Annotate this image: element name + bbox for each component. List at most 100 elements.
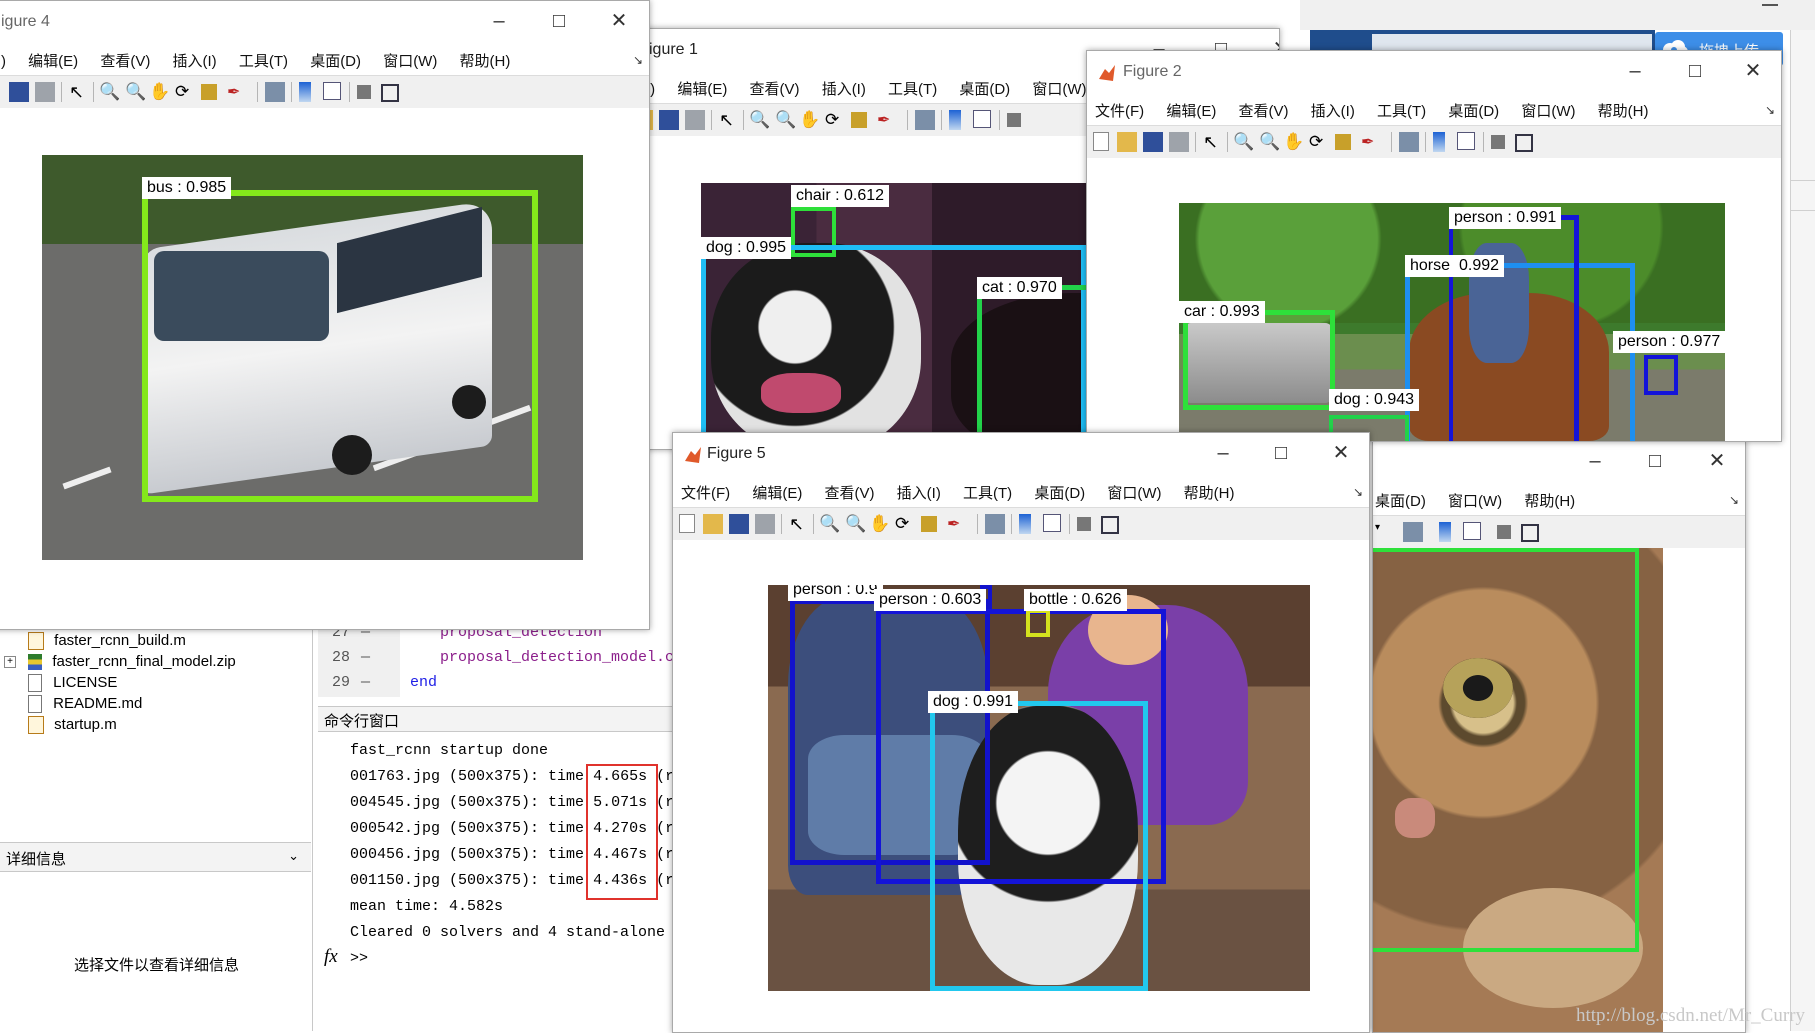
legend-icon[interactable] <box>1043 514 1061 532</box>
brush-icon[interactable]: ✒ <box>1361 132 1381 152</box>
rotate-icon[interactable]: ⟳ <box>1309 132 1329 152</box>
colorbar-icon[interactable] <box>1439 522 1451 542</box>
menu-desktop[interactable]: 桌面(D) <box>1034 482 1085 503</box>
pan-icon[interactable]: ✋ <box>799 110 820 130</box>
rotate-icon[interactable]: ⟳ <box>175 82 195 102</box>
menu-file[interactable]: 文件(F) <box>681 482 730 503</box>
zoom-in-icon[interactable]: 🔍 <box>819 514 840 534</box>
close-icon[interactable]: ✕ <box>1329 441 1353 465</box>
print-preview-icon[interactable] <box>1403 522 1423 542</box>
fx-icon[interactable]: fx <box>324 946 338 968</box>
zoom-in-icon[interactable]: 🔍 <box>99 82 120 102</box>
open-icon[interactable] <box>703 514 723 534</box>
minimize-icon[interactable]: – <box>487 9 511 33</box>
link-plot-icon[interactable] <box>985 514 1005 534</box>
colorbar-icon[interactable] <box>949 110 961 130</box>
menu-window[interactable]: 窗口(W) <box>1521 100 1575 121</box>
close-icon[interactable]: ✕ <box>607 9 631 33</box>
print-icon[interactable] <box>1169 132 1189 152</box>
menu-help[interactable]: 帮助(H) <box>1598 100 1649 121</box>
zoom-in-icon[interactable]: 🔍 <box>1233 132 1254 152</box>
legend-icon[interactable] <box>323 82 341 100</box>
desktop-minimize-icon[interactable] <box>1762 4 1778 6</box>
link-plot-icon[interactable] <box>1399 132 1419 152</box>
link-plot-icon[interactable] <box>265 82 285 102</box>
data-cursor-icon[interactable] <box>921 516 937 532</box>
list-item[interactable]: + faster_rcnn_final_model.zip <box>4 653 236 673</box>
menu-help[interactable]: 帮助(H) <box>1184 482 1235 503</box>
menu-edit[interactable]: 编辑(E) <box>1166 100 1216 121</box>
save-icon[interactable] <box>9 82 29 102</box>
legend-icon[interactable] <box>1463 522 1481 540</box>
menu-insert[interactable]: 插入(I) <box>173 50 217 71</box>
chevron-down-icon[interactable]: ⌄ <box>288 848 299 864</box>
hide-tools-icon[interactable] <box>1077 517 1091 531</box>
data-cursor-icon[interactable] <box>1335 134 1351 150</box>
minimize-icon[interactable]: – <box>1583 449 1607 473</box>
rotate-icon[interactable]: ⟳ <box>825 110 845 130</box>
menu-insert[interactable]: 插入(I) <box>1311 100 1355 121</box>
menu-tools[interactable]: 工具(T) <box>1377 100 1426 121</box>
list-item[interactable]: faster_rcnn_build.m <box>28 632 186 652</box>
maximize-icon[interactable]: □ <box>1683 59 1707 83</box>
save-icon[interactable] <box>1143 132 1163 152</box>
zoom-in-icon[interactable]: 🔍 <box>749 110 770 130</box>
link-plot-icon[interactable] <box>915 110 935 130</box>
menu-view[interactable]: 查看(V) <box>825 482 875 503</box>
menu-tools[interactable]: 工具(T) <box>963 482 1012 503</box>
maximize-icon[interactable]: □ <box>1269 441 1293 465</box>
close-icon[interactable]: ✕ <box>1741 59 1765 83</box>
show-tools-icon[interactable] <box>1521 524 1539 542</box>
hide-tools-icon[interactable] <box>1491 135 1505 149</box>
zoom-out-icon[interactable]: 🔍 <box>775 110 796 130</box>
hide-tools-icon[interactable] <box>357 85 371 99</box>
details-header[interactable]: 详细信息 ⌄ <box>0 842 311 872</box>
new-figure-icon[interactable] <box>679 514 695 533</box>
save-icon[interactable] <box>659 110 679 130</box>
pointer-icon[interactable]: ↖ <box>789 514 809 534</box>
menu-file[interactable]: 文件(F) <box>1095 100 1144 121</box>
menu-edit[interactable]: 编辑(E) <box>677 78 727 99</box>
colorbar-icon[interactable] <box>1433 132 1445 152</box>
prompt-line[interactable]: >> <box>350 946 674 972</box>
brush-icon[interactable]: ✒ <box>947 514 967 534</box>
maximize-icon[interactable]: □ <box>1643 449 1667 473</box>
menu-desktop[interactable]: 桌面(D) <box>959 78 1010 99</box>
menu-window[interactable]: 窗口(W) <box>383 50 437 71</box>
zoom-out-icon[interactable]: 🔍 <box>845 514 866 534</box>
data-cursor-icon[interactable] <box>851 112 867 128</box>
menu-window[interactable]: 窗口(W) <box>1107 482 1161 503</box>
rotate-icon[interactable]: ⟳ <box>895 514 915 534</box>
print-icon[interactable] <box>685 110 705 130</box>
menu-insert[interactable]: 插入(I) <box>822 78 866 99</box>
dropdown-arrow-icon[interactable]: ▾ <box>1375 522 1395 542</box>
menu-edit[interactable]: 编辑(E) <box>28 50 78 71</box>
zoom-out-icon[interactable]: 🔍 <box>125 82 146 102</box>
menu-file[interactable]: ) <box>1 53 6 70</box>
minimize-icon[interactable]: – <box>1623 59 1647 83</box>
menu-tools[interactable]: 工具(T) <box>888 78 937 99</box>
legend-icon[interactable] <box>973 110 991 128</box>
pointer-icon[interactable]: ↖ <box>719 110 739 130</box>
print-icon[interactable] <box>755 514 775 534</box>
list-item[interactable]: README.md <box>28 695 142 715</box>
pointer-icon[interactable]: ↖ <box>69 82 89 102</box>
pan-icon[interactable]: ✋ <box>149 82 170 102</box>
new-figure-icon[interactable] <box>1093 132 1109 151</box>
list-item[interactable]: startup.m <box>28 716 117 736</box>
menu-window[interactable]: 窗口(W) <box>1448 490 1502 511</box>
menu-edit[interactable]: 编辑(E) <box>752 482 802 503</box>
menu-desktop[interactable]: 桌面(D) <box>310 50 361 71</box>
menu-help[interactable]: 帮助(H) <box>460 50 511 71</box>
pointer-icon[interactable]: ↖ <box>1203 132 1223 152</box>
menu-view[interactable]: 查看(V) <box>750 78 800 99</box>
hide-tools-icon[interactable] <box>1007 113 1021 127</box>
show-tools-icon[interactable] <box>381 84 399 102</box>
menu-tools[interactable]: 工具(T) <box>239 50 288 71</box>
close-icon[interactable]: ✕ <box>1705 449 1729 473</box>
menu-window[interactable]: 窗口(W) <box>1032 78 1086 99</box>
colorbar-icon[interactable] <box>299 82 311 102</box>
show-tools-icon[interactable] <box>1101 516 1119 534</box>
maximize-icon[interactable]: □ <box>547 9 571 33</box>
brush-icon[interactable]: ✒ <box>877 110 897 130</box>
